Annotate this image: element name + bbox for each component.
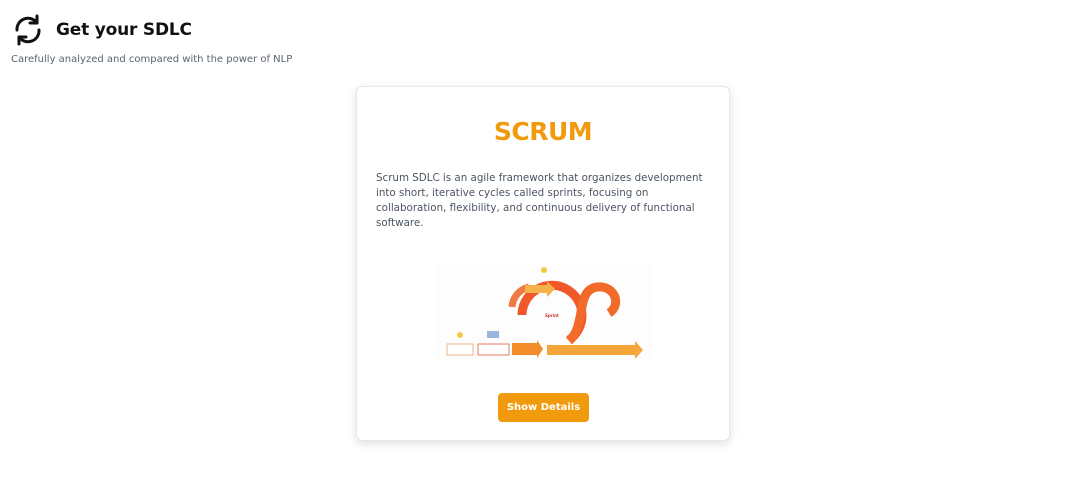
lightbulb-icon [457,332,463,338]
page-subtitle: Carefully analyzed and compared with the… [11,54,293,65]
top-lightbulb-icon [541,267,547,273]
page-title: Get your SDLC [56,20,192,40]
sprint-backlog-box [477,343,510,356]
card-description: Scrum SDLC is an agile framework that or… [376,172,703,229]
team-icon [487,331,499,338]
refresh-cycle-icon [10,12,46,48]
sdlc-card: SCRUM Scrum SDLC is an agile framework t… [356,86,730,441]
card-title: SCRUM [493,117,593,146]
product-backlog-box [446,343,474,356]
sprint-label: Sprint [545,313,559,318]
scrum-diagram-image: Sprint [437,265,652,361]
page-header: Get your SDLC [10,12,192,48]
show-details-button[interactable]: Show Details [498,393,589,422]
